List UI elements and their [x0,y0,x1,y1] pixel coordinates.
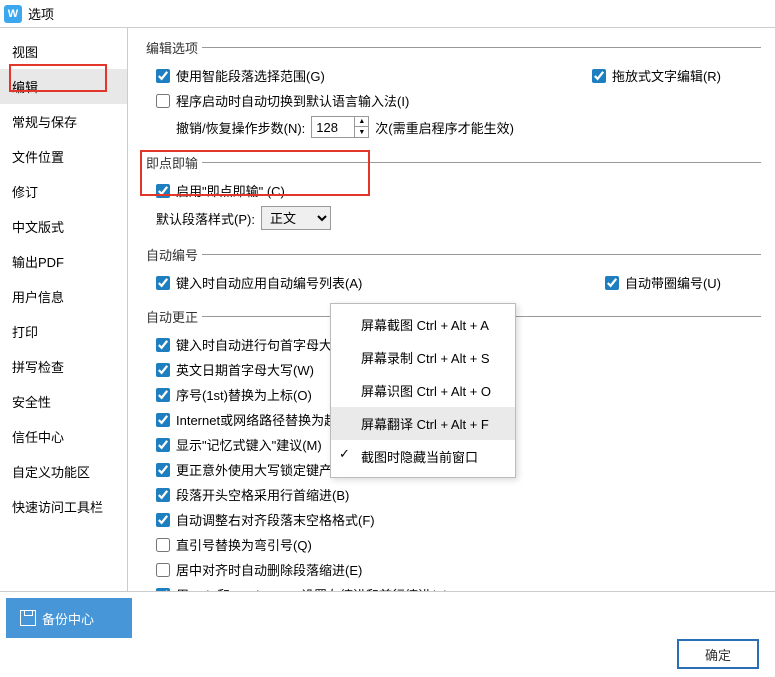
cb-autocorrect-6[interactable]: 段落开头空格采用行首缩进(B) [156,485,349,504]
cb-autocorrect-7[interactable]: 自动调整右对齐段落末空格格式(F) [156,510,375,529]
ctx-item-2[interactable]: 屏幕识图 Ctrl + Alt + O [331,374,515,407]
cb-smart-para[interactable]: 使用智能段落选择范围(G) [156,66,325,85]
cb-enable-click-type[interactable]: 启用"即点即输" (C) [156,181,285,200]
undo-label: 撤销/恢复操作步数(N): [176,118,305,137]
sidebar-item-trust[interactable]: 信任中心 [0,419,127,454]
sidebar-item-file-location[interactable]: 文件位置 [0,139,127,174]
sidebar-item-user[interactable]: 用户信息 [0,279,127,314]
cb-autocorrect-0[interactable]: 键入时自动进行句首字母大 [156,335,332,354]
app-icon: W [4,5,22,23]
legend-click: 即点即输 [142,153,202,172]
sidebar-item-spell[interactable]: 拼写检查 [0,349,127,384]
spin-up-icon[interactable]: ▲ [354,117,368,127]
cb-autocorrect-9[interactable]: 居中对齐时自动删除段落缩进(E) [156,560,362,579]
group-auto-number: 自动编号 键入时自动应用自动编号列表(A) 自动带圈编号(U) [142,245,761,299]
style-label: 默认段落样式(P): [156,209,255,228]
default-style-select[interactable]: 正文 [261,206,331,230]
ctx-item-1[interactable]: 屏幕录制 Ctrl + Alt + S [331,341,515,374]
ctx-item-3[interactable]: 屏幕翻译 Ctrl + Alt + F [331,407,515,440]
sidebar-item-print[interactable]: 打印 [0,314,127,349]
spin-down-icon[interactable]: ▼ [354,127,368,137]
legend-edit: 编辑选项 [142,38,202,57]
floppy-icon [20,610,36,626]
cb-apply-list[interactable]: 键入时自动应用自动编号列表(A) [156,273,362,292]
sidebar-item-pdf[interactable]: 输出PDF [0,244,127,279]
sidebar-item-security[interactable]: 安全性 [0,384,127,419]
group-click-type: 即点即输 启用"即点即输" (C) 默认段落样式(P): 正文 [142,153,761,237]
sidebar-item-revise[interactable]: 修订 [0,174,127,209]
sidebar-item-view[interactable]: 视图 [0,34,127,69]
ctx-item-4[interactable]: 截图时隐藏当前窗口✓ [331,440,515,473]
title-bar: W 选项 [0,0,775,28]
backup-center-button[interactable]: 备份中心 [6,598,132,638]
window-title: 选项 [28,4,54,23]
sidebar: 视图 编辑 常规与保存 文件位置 修订 中文版式 输出PDF 用户信息 打印 拼… [0,28,128,591]
cb-autocorrect-5[interactable]: 更正意外使用大写锁定键产 [156,460,332,479]
sidebar-item-edit[interactable]: 编辑 [0,69,127,104]
check-icon: ✓ [339,446,350,462]
sidebar-item-chinese[interactable]: 中文版式 [0,209,127,244]
context-menu: 屏幕截图 Ctrl + Alt + A屏幕录制 Ctrl + Alt + S屏幕… [330,303,516,478]
undo-input[interactable] [312,117,354,137]
cb-circle-num[interactable]: 自动带圈编号(U) [605,273,721,292]
cb-autocorrect-3[interactable]: Internet或网络路径替换为超 [156,410,337,429]
cb-autocorrect-10[interactable]: 用 Tab 和 Backspace 设置左缩进和首行缩进(K) [156,585,448,591]
cb-drag-edit[interactable]: 拖放式文字编辑(R) [592,66,721,85]
ok-button[interactable]: 确定 [677,639,759,669]
group-edit-options: 编辑选项 使用智能段落选择范围(G) 拖放式文字编辑(R) 程序启动时自动切换到… [142,38,761,145]
cb-autocorrect-4[interactable]: 显示"记忆式键入"建议(M) [156,435,322,454]
sidebar-item-general[interactable]: 常规与保存 [0,104,127,139]
sidebar-item-customize[interactable]: 自定义功能区 [0,454,127,489]
undo-stepper[interactable]: ▲▼ [311,116,369,138]
cb-auto-ime[interactable]: 程序启动时自动切换到默认语言输入法(I) [156,91,409,110]
cb-autocorrect-2[interactable]: 序号(1st)替换为上标(O) [156,385,312,404]
sidebar-item-quickaccess[interactable]: 快速访问工具栏 [0,489,127,524]
cb-autocorrect-8[interactable]: 直引号替换为弯引号(Q) [156,535,312,554]
undo-hint: 次(需重启程序才能生效) [375,118,514,137]
cb-autocorrect-1[interactable]: 英文日期首字母大写(W) [156,360,314,379]
ctx-item-0[interactable]: 屏幕截图 Ctrl + Alt + A [331,308,515,341]
legend-autocorrect: 自动更正 [142,307,202,326]
legend-autonum: 自动编号 [142,245,202,264]
